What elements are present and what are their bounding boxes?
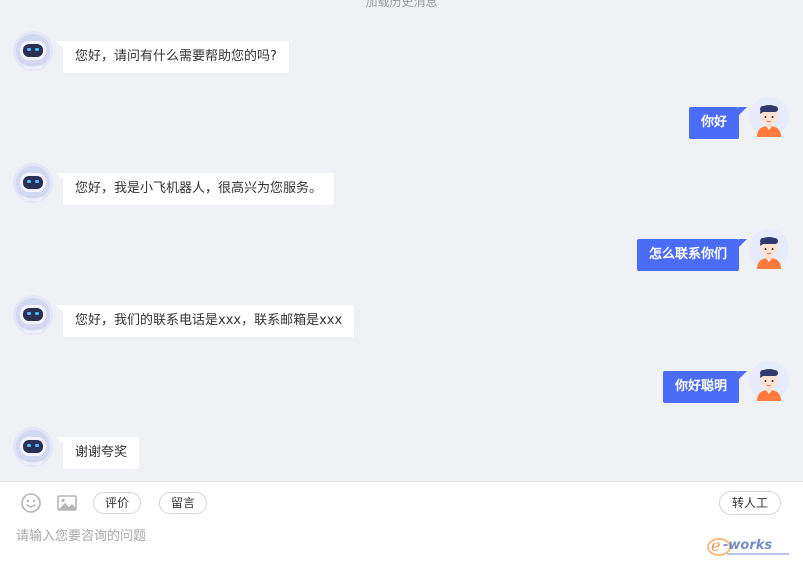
bot-avatar	[13, 427, 53, 467]
bot-message: 您好，请问有什么需要帮助您的吗?	[56, 41, 289, 73]
user-icon	[749, 361, 789, 401]
message-input[interactable]	[16, 524, 696, 548]
user-avatar	[749, 361, 789, 401]
chat-area[interactable]: 加载历史消息 您好，请问有什么需要帮助您的吗? 你好 您好，我是小飞机器人，很高…	[0, 0, 803, 481]
user-icon	[749, 229, 789, 269]
robot-icon	[13, 295, 53, 335]
svg-text:e: e	[711, 536, 720, 555]
load-history-link[interactable]: 加载历史消息	[0, 0, 803, 10]
robot-icon	[13, 31, 53, 71]
user-message: 你好	[688, 107, 748, 139]
smiley-icon[interactable]	[20, 492, 42, 514]
svg-text:-works: -works	[723, 538, 772, 553]
user-avatar	[749, 229, 789, 269]
user-avatar	[749, 97, 789, 137]
bot-message: 谢谢夸奖	[55, 437, 140, 469]
bot-message: 您好，我是小飞机器人，很高兴为您服务。	[55, 173, 335, 205]
e-works-watermark: e -works	[705, 529, 793, 559]
user-message: 你好聪明	[662, 371, 748, 403]
robot-icon	[13, 163, 53, 203]
user-icon	[749, 97, 789, 137]
transfer-to-human-button[interactable]: 转人工	[718, 491, 781, 515]
bot-avatar	[13, 31, 53, 71]
robot-icon	[13, 427, 53, 467]
input-area: 评价 留言 转人工 e -works	[0, 481, 803, 567]
bot-avatar	[13, 163, 53, 203]
leave-message-button[interactable]: 留言	[159, 492, 208, 514]
bot-message: 您好，我们的联系电话是xxx，联系邮箱是xxx	[55, 305, 355, 337]
rate-button[interactable]: 评价	[93, 492, 142, 514]
user-message: 怎么联系你们	[636, 239, 748, 271]
bot-avatar	[13, 295, 53, 335]
image-icon[interactable]	[56, 492, 78, 514]
